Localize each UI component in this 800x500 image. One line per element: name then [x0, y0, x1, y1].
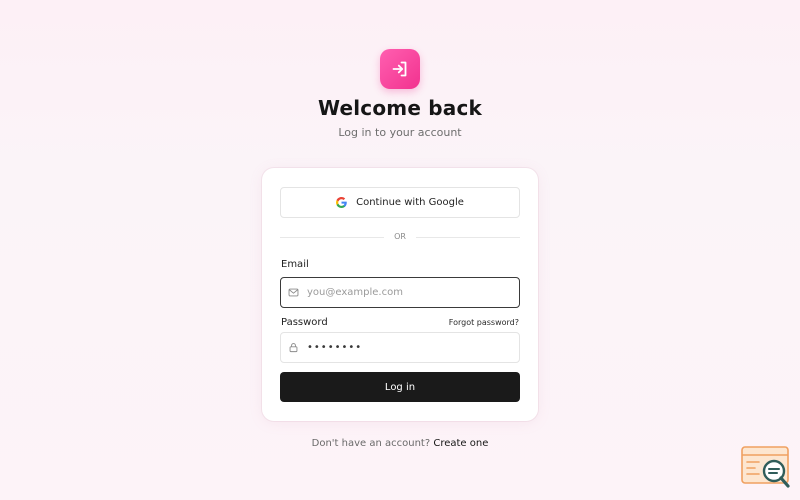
email-label: Email	[281, 259, 309, 270]
page-title: Welcome back	[317, 96, 483, 120]
login-button[interactable]: Log in	[280, 372, 520, 402]
create-account-link[interactable]: Create one	[433, 438, 488, 449]
google-signin-label: Continue with Google	[356, 197, 464, 208]
password-input[interactable]: ••••••••	[307, 342, 362, 353]
email-input[interactable]	[307, 287, 507, 298]
forgot-password-link[interactable]: Forgot password?	[449, 318, 519, 327]
google-signin-button[interactable]: Continue with Google	[280, 187, 520, 218]
or-divider: OR	[280, 231, 520, 243]
password-label: Password	[281, 317, 328, 328]
password-field[interactable]: ••••••••	[280, 332, 520, 363]
email-field[interactable]	[280, 277, 520, 308]
login-arrow-icon	[392, 61, 407, 77]
divider-line-right	[416, 237, 520, 238]
signup-prompt-text: Don't have an account?	[311, 438, 431, 449]
signup-prompt: Don't have an account? Create one	[0, 438, 800, 449]
corner-badge-icon	[741, 444, 791, 490]
lock-icon	[288, 342, 300, 353]
login-card: Continue with Google OR Email Password F…	[262, 168, 538, 421]
page-subtitle: Log in to your account	[338, 126, 462, 139]
mail-icon	[288, 287, 300, 298]
app-logo	[380, 49, 420, 89]
google-icon	[336, 197, 347, 208]
